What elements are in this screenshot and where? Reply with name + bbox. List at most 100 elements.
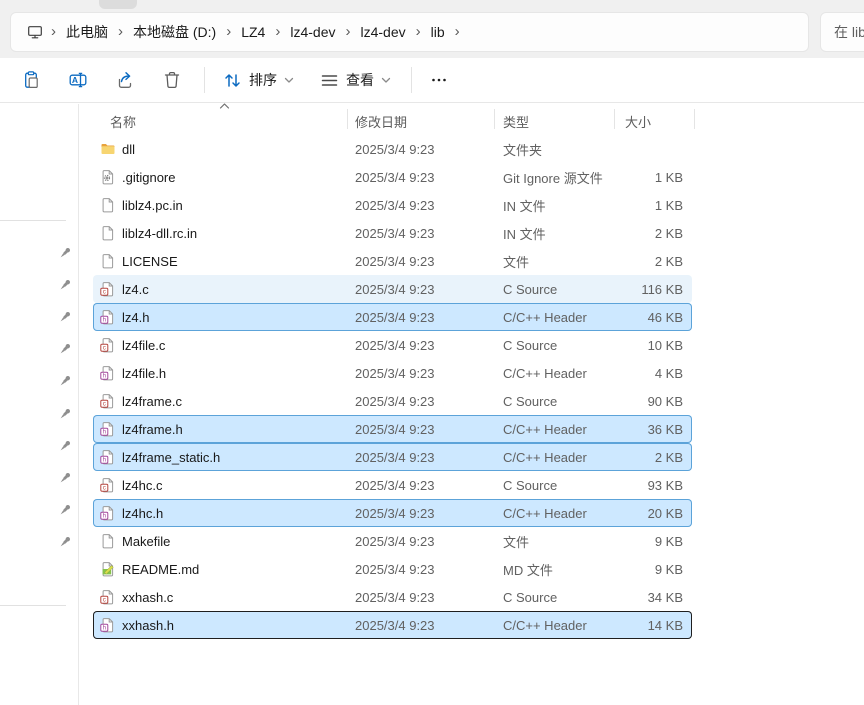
breadcrumb-item[interactable]: lib <box>423 21 453 43</box>
column-resize-handle[interactable] <box>614 109 615 129</box>
rename-button[interactable]: A <box>61 64 95 96</box>
file-row[interactable]: c lz4frame.c 2025/3/4 9:23 C Source 90 K… <box>93 387 692 415</box>
search-placeholder: 在 lib <box>834 22 864 42</box>
file-row[interactable]: README.md 2025/3/4 9:23 MD 文件 9 KB <box>93 555 692 583</box>
file-name: lz4hc.c <box>122 471 162 499</box>
file-row[interactable]: h lz4hc.h 2025/3/4 9:23 C/C++ Header 20 … <box>93 499 692 527</box>
file-row[interactable]: liblz4-dll.rc.in 2025/3/4 9:23 IN 文件 2 K… <box>93 219 692 247</box>
svg-text:c: c <box>103 401 106 408</box>
file-date-modified: 2025/3/4 9:23 <box>355 611 435 639</box>
file-row[interactable]: LICENSE 2025/3/4 9:23 文件 2 KB <box>93 247 692 275</box>
file-row[interactable]: c xxhash.c 2025/3/4 9:23 C Source 34 KB <box>93 583 692 611</box>
file-explorer-window: ›此电脑›本地磁盘 (D:)›LZ4›lz4-dev›lz4-dev›lib› … <box>0 0 864 705</box>
view-label: 查看 <box>346 70 374 90</box>
column-header-date[interactable]: 修改日期 <box>355 112 407 131</box>
column-header-type[interactable]: 类型 <box>503 112 529 131</box>
file-size: 9 KB <box>655 555 683 583</box>
paste-icon <box>21 70 41 90</box>
share-button[interactable] <box>108 64 142 96</box>
paste-button[interactable] <box>14 64 48 96</box>
file-name: lz4.c <box>122 275 149 303</box>
file-type: C/C++ Header <box>503 499 587 527</box>
file-size: 2 KB <box>655 443 683 471</box>
toolbar-separator <box>204 67 205 93</box>
file-type: C Source <box>503 387 557 415</box>
more-options-button[interactable] <box>422 64 456 96</box>
file-row[interactable]: c lz4.c 2025/3/4 9:23 C Source 116 KB <box>93 275 692 303</box>
file-date-modified: 2025/3/4 9:23 <box>355 471 435 499</box>
column-resize-handle[interactable] <box>347 109 348 129</box>
md-icon <box>100 555 116 583</box>
sort-icon <box>223 71 242 90</box>
file-name: lz4frame.h <box>122 415 183 443</box>
breadcrumb-item[interactable]: lz4-dev <box>352 21 413 43</box>
view-button[interactable]: 查看 <box>312 64 399 96</box>
chevron-right-icon[interactable]: › <box>343 24 352 39</box>
gitignore-icon <box>100 163 116 191</box>
file-name: lz4frame.c <box>122 387 182 415</box>
svg-text:c: c <box>103 485 106 492</box>
file-row[interactable]: h lz4file.h 2025/3/4 9:23 C/C++ Header 4… <box>93 359 692 387</box>
file-type: C/C++ Header <box>503 611 587 639</box>
file-row[interactable]: h xxhash.h 2025/3/4 9:23 C/C++ Header 14… <box>93 611 692 639</box>
pin-icon <box>57 534 73 550</box>
file-size: 46 KB <box>648 303 683 331</box>
file-row[interactable]: liblz4.pc.in 2025/3/4 9:23 IN 文件 1 KB <box>93 191 692 219</box>
file-row[interactable]: h lz4frame.h 2025/3/4 9:23 C/C++ Header … <box>93 415 692 443</box>
sort-button[interactable]: 排序 <box>215 64 302 96</box>
h-icon: h <box>100 611 116 639</box>
file-size: 2 KB <box>655 247 683 275</box>
column-header-name[interactable]: 名称 <box>110 112 136 131</box>
file-name: liblz4-dll.rc.in <box>122 219 197 247</box>
file-type: IN 文件 <box>503 191 546 219</box>
file-type: 文件 <box>503 247 529 275</box>
breadcrumb-item[interactable]: lz4-dev <box>282 21 343 43</box>
file-type: Git Ignore 源文件 <box>503 163 603 191</box>
file-size: 90 KB <box>648 387 683 415</box>
file-type: C/C++ Header <box>503 359 587 387</box>
file-row[interactable]: .gitignore 2025/3/4 9:23 Git Ignore 源文件 … <box>93 163 692 191</box>
nav-divider <box>0 605 66 606</box>
file-size: 2 KB <box>655 219 683 247</box>
svg-text:c: c <box>103 289 106 296</box>
file-row[interactable]: c lz4file.c 2025/3/4 9:23 C Source 10 KB <box>93 331 692 359</box>
h-icon: h <box>100 415 116 443</box>
address-bar[interactable]: ›此电脑›本地磁盘 (D:)›LZ4›lz4-dev›lz4-dev›lib› <box>10 12 809 52</box>
chevron-right-icon[interactable]: › <box>273 24 282 39</box>
chevron-right-icon[interactable]: › <box>49 24 58 39</box>
chevron-right-icon[interactable]: › <box>414 24 423 39</box>
chevron-right-icon[interactable]: › <box>453 24 462 39</box>
chevron-right-icon[interactable]: › <box>224 24 233 39</box>
breadcrumb-item[interactable]: LZ4 <box>233 21 273 43</box>
file-row[interactable]: h lz4frame_static.h 2025/3/4 9:23 C/C++ … <box>93 443 692 471</box>
delete-button[interactable] <box>155 64 189 96</box>
file-row[interactable]: c lz4hc.c 2025/3/4 9:23 C Source 93 KB <box>93 471 692 499</box>
file-name: LICENSE <box>122 247 178 275</box>
file-date-modified: 2025/3/4 9:23 <box>355 275 435 303</box>
column-resize-handle[interactable] <box>694 109 695 129</box>
pin-icon <box>57 502 73 518</box>
svg-text:c: c <box>103 597 106 604</box>
column-resize-handle[interactable] <box>494 109 495 129</box>
file-row[interactable]: dll 2025/3/4 9:23 文件夹 <box>93 135 692 163</box>
file-icon <box>100 219 116 247</box>
file-size: 36 KB <box>648 415 683 443</box>
breadcrumb-item[interactable]: 本地磁盘 (D:) <box>125 19 224 45</box>
svg-text:h: h <box>103 429 107 436</box>
search-input[interactable]: 在 lib <box>820 12 864 52</box>
file-type: IN 文件 <box>503 219 546 247</box>
file-row[interactable]: h lz4.h 2025/3/4 9:23 C/C++ Header 46 KB <box>93 303 692 331</box>
folder-icon <box>100 135 116 163</box>
file-type: 文件 <box>503 527 529 555</box>
file-type: C/C++ Header <box>503 443 587 471</box>
file-row[interactable]: Makefile 2025/3/4 9:23 文件 9 KB <box>93 527 692 555</box>
column-header-size[interactable]: 大小 <box>625 112 651 131</box>
breadcrumb-item[interactable]: 此电脑 <box>58 19 116 45</box>
chevron-right-icon[interactable]: › <box>116 24 125 39</box>
sort-label: 排序 <box>249 70 277 90</box>
navigation-pane[interactable] <box>0 104 79 705</box>
c-icon: c <box>100 583 116 611</box>
file-date-modified: 2025/3/4 9:23 <box>355 359 435 387</box>
file-name: lz4file.h <box>122 359 166 387</box>
file-type: C Source <box>503 275 557 303</box>
